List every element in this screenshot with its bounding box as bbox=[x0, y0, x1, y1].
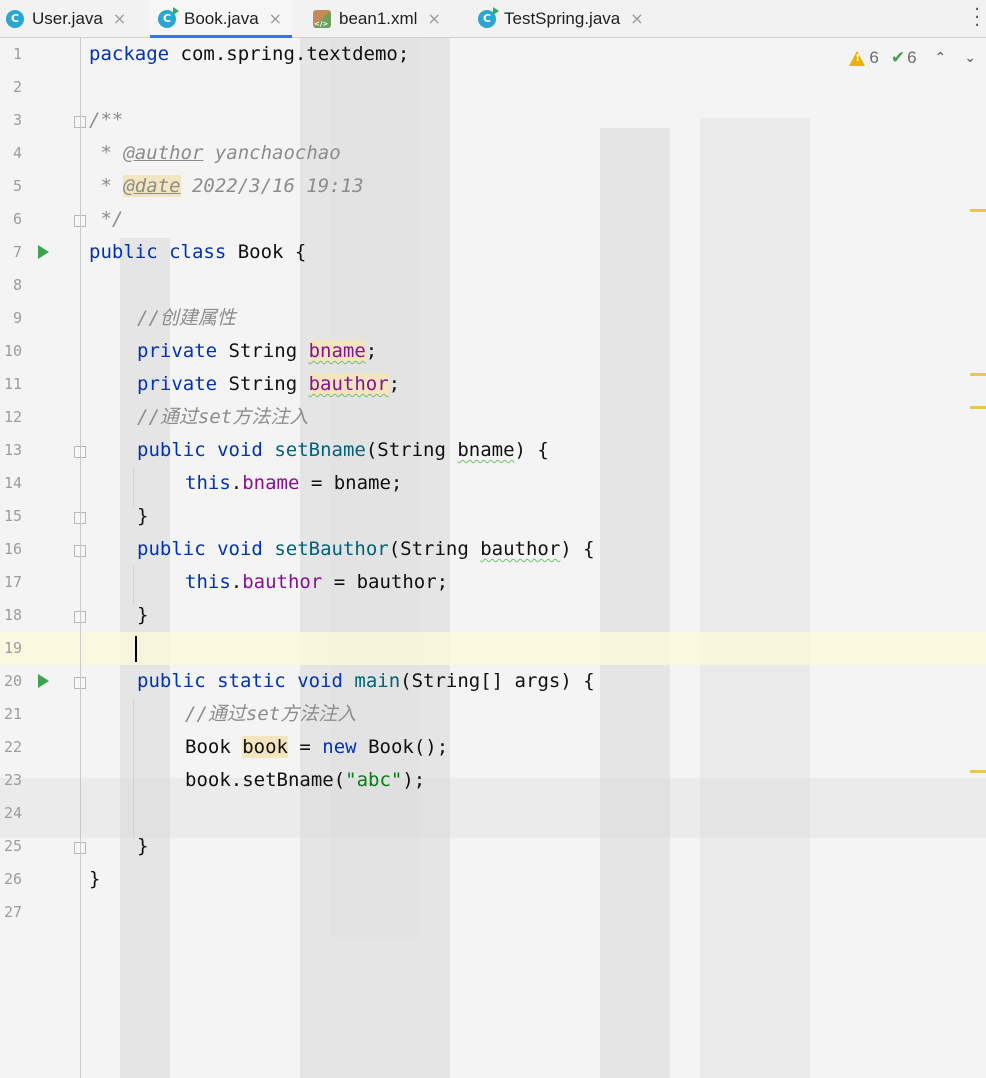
line-number: 12 bbox=[3, 408, 22, 426]
line-number: 18 bbox=[3, 606, 22, 624]
weak-warning-icon: ✔ bbox=[890, 48, 906, 68]
code-line-17: this.bauthor = bauthor; bbox=[185, 571, 449, 593]
code-line-20: public static void main(String[] args) { bbox=[137, 670, 595, 692]
tab-user-java[interactable]: C User.java × bbox=[6, 0, 126, 37]
line-number: 11 bbox=[3, 375, 22, 393]
code-line-23: book.setBname("abc"); bbox=[185, 769, 426, 791]
line-number: 9 bbox=[12, 309, 22, 327]
line-number: 17 bbox=[3, 573, 22, 591]
code-line-4: * @author yanchaochao bbox=[89, 142, 341, 164]
line-number: 26 bbox=[3, 870, 22, 888]
code-line-12: //通过set方法注入 bbox=[137, 406, 309, 428]
current-line-highlight bbox=[0, 632, 986, 665]
code-line-21: //通过set方法注入 bbox=[185, 703, 357, 725]
tab-label: TestSpring.java bbox=[504, 8, 621, 28]
line-number: 21 bbox=[3, 705, 22, 723]
line-number: 2 bbox=[12, 78, 22, 96]
code-line-1: package com.spring.textdemo; bbox=[89, 43, 410, 65]
warning-count: 6 bbox=[869, 48, 879, 67]
next-highlight-icon[interactable]: ⌄ bbox=[964, 50, 976, 66]
line-number: 22 bbox=[3, 738, 22, 756]
line-number: 5 bbox=[12, 177, 22, 195]
code-line-9: //创建属性 bbox=[137, 307, 236, 329]
line-number: 7 bbox=[12, 243, 22, 261]
close-icon[interactable]: × bbox=[427, 9, 440, 28]
line-number: 20 bbox=[3, 672, 22, 690]
code-line-13: public void setBname(String bname) { bbox=[137, 439, 549, 461]
line-number: 19 bbox=[3, 639, 22, 657]
code-line-16: public void setBauthor(String bauthor) { bbox=[137, 538, 595, 560]
code-line-7: public class Book { bbox=[89, 241, 307, 263]
line-number: 1 bbox=[12, 45, 22, 63]
text-caret bbox=[135, 636, 137, 662]
line-number: 13 bbox=[3, 441, 22, 459]
line-number: 25 bbox=[3, 837, 22, 855]
previous-highlight-icon[interactable]: ⌃ bbox=[935, 50, 947, 66]
code-line-25: } bbox=[137, 835, 149, 857]
warning-stripe-mark[interactable] bbox=[970, 373, 986, 376]
class-run-icon: C bbox=[158, 6, 179, 28]
line-number: 14 bbox=[3, 474, 22, 492]
line-number: 16 bbox=[3, 540, 22, 558]
code-line-26: } bbox=[89, 868, 101, 890]
code-line-15: } bbox=[137, 505, 149, 527]
warning-stripe-mark[interactable] bbox=[970, 406, 986, 409]
code-line-18: } bbox=[137, 604, 149, 626]
line-number: 6 bbox=[12, 210, 22, 228]
close-icon[interactable]: × bbox=[630, 9, 643, 28]
line-number: 3 bbox=[12, 111, 22, 129]
line-number: 10 bbox=[3, 342, 22, 360]
gutter-divider bbox=[80, 38, 81, 1078]
indent-guide bbox=[133, 467, 134, 507]
code-line-11: private String bauthor; bbox=[137, 373, 401, 395]
indent-guide bbox=[133, 698, 134, 838]
class-icon: C bbox=[6, 9, 24, 28]
warning-stripe-mark[interactable] bbox=[970, 770, 986, 773]
indent-guide bbox=[133, 566, 134, 606]
xml-file-icon bbox=[313, 9, 331, 28]
tab-bean1-xml[interactable]: bean1.xml × bbox=[313, 0, 441, 37]
line-number: 4 bbox=[12, 144, 22, 162]
code-line-3: /** bbox=[89, 109, 124, 131]
editor-tab-bar: C User.java × C Book.java × bean1.xml × … bbox=[0, 0, 986, 38]
code-line-6: */ bbox=[89, 208, 124, 230]
code-line-22: Book book = new Book(); bbox=[185, 736, 449, 758]
code-line-10: private String bname; bbox=[137, 340, 378, 362]
class-run-icon: C bbox=[478, 6, 499, 28]
weak-warning-count: 6 bbox=[907, 48, 917, 67]
line-number: 8 bbox=[12, 276, 22, 294]
line-number: 27 bbox=[3, 903, 22, 921]
more-tabs-icon[interactable]: · · · bbox=[974, 1, 980, 35]
warning-stripe-mark[interactable] bbox=[970, 209, 986, 212]
code-line-14: this.bname = bname; bbox=[185, 472, 403, 494]
tab-label: User.java bbox=[32, 8, 103, 28]
line-number: 15 bbox=[3, 507, 22, 525]
close-icon[interactable]: × bbox=[269, 9, 282, 28]
line-number: 23 bbox=[3, 771, 22, 789]
warning-icon bbox=[849, 50, 866, 66]
tab-testspring-java[interactable]: C TestSpring.java × bbox=[478, 0, 644, 37]
editor-gutter: 1 2 3 4 5 6 7 8 9 10 11 12 13 14 15 16 17 18 19 20 21 22 23 24 2… bbox=[0, 38, 80, 1078]
tab-book-java[interactable]: C Book.java × bbox=[150, 0, 293, 38]
tab-label: bean1.xml bbox=[339, 8, 418, 28]
tab-label: Book.java bbox=[184, 8, 259, 28]
inspection-widget[interactable]: 6 ✔ 6 ⌃ ⌄ bbox=[849, 42, 976, 74]
line-number: 24 bbox=[3, 804, 22, 822]
code-line-5: * @date 2022/3/16 19:13 bbox=[89, 175, 364, 197]
close-icon[interactable]: × bbox=[113, 9, 126, 28]
